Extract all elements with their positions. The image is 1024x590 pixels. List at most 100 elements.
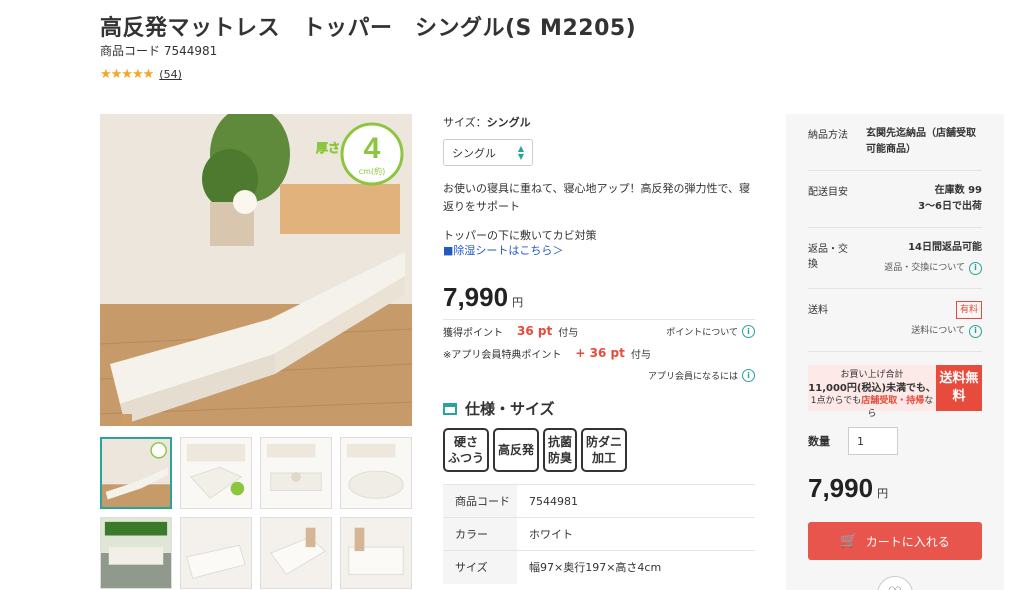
description: お使いの寝具に重ねて、寝心地アップ！高反発の弾力性で、寝返りをサポート xyxy=(443,182,751,213)
shipping-label: 送料 xyxy=(808,305,828,316)
cart-icon: 🛒 xyxy=(840,533,858,549)
badge-high-resilience: 高反発 xyxy=(493,428,540,472)
badge-antibacterial: 抗菌 防臭 xyxy=(543,428,578,472)
app-info-row: アプリ会員になるには i xyxy=(443,364,755,386)
promo-line-2: 11,000円(税込)未満でも、 xyxy=(808,383,936,394)
points-row: 獲得ポイント 36 pt 付与 ポイントについて i xyxy=(443,320,755,342)
info-icon: i xyxy=(969,324,982,338)
description-2: トッパーの下に敷いてカビ対策 ■除湿シートはこちら＞ xyxy=(443,228,755,258)
thumbnail-6[interactable] xyxy=(180,517,252,589)
delivery-method-label: 納品方法 xyxy=(808,130,848,141)
dehumidify-sheet-link[interactable]: ■除湿シートはこちら＞ xyxy=(443,243,755,258)
purchase-panel: 納品方法 玄関先迄納品（店舗受取可能商品） 配送目安 在庫数 99 3〜6日で出荷… xyxy=(786,114,1004,590)
thickness-unit: cm(約) xyxy=(359,166,385,176)
quantity-row: 数量 1 xyxy=(808,427,982,455)
free-shipping-banner[interactable]: お買い上げ合計 11,000円(税込)未満でも、 1点からでも店舗受取・持帰なら… xyxy=(808,365,982,419)
stock: 在庫数 99 xyxy=(934,185,982,196)
spec-value: ホワイト xyxy=(517,517,755,551)
returns-row: 返品・交換 14日間返品可能 返品・交換について i xyxy=(808,228,982,289)
review-count-link[interactable]: (54) xyxy=(159,68,182,81)
price-row: 7,990 円 xyxy=(443,282,755,313)
size-select[interactable]: シングル ▲ ▼ xyxy=(443,139,533,166)
thumbnail-1[interactable] xyxy=(100,437,172,509)
size-label-text: サイズ： xyxy=(443,116,487,129)
price-yen: 円 xyxy=(512,296,524,309)
thumbnail-8[interactable] xyxy=(340,517,412,589)
size-label: サイズ：シングル xyxy=(443,114,755,130)
points-label: 獲得ポイント xyxy=(443,327,503,339)
returns-value: 14日間返品可能 xyxy=(908,242,982,253)
price: 7,990 xyxy=(443,282,509,312)
shipping-info-link[interactable]: 送料について i xyxy=(856,323,982,339)
points-info-text: ポイントについて xyxy=(666,327,738,338)
spec-key: 商品コード xyxy=(443,484,517,518)
info-icon: i xyxy=(742,368,755,382)
product-code: 7544981 xyxy=(163,44,218,58)
table-row: サイズ 幅97×奥行197×高さ4cm xyxy=(443,550,755,584)
panel-price-row: 7,990 円 xyxy=(808,473,982,504)
spec-heading-text: 仕様・サイズ xyxy=(465,400,555,418)
promo-line-3: 1点からでも店舗受取・持帰なら xyxy=(810,396,934,419)
spec-value: 7544981 xyxy=(517,484,755,518)
promo-line-1: お買い上げ合計 xyxy=(840,370,904,380)
shipping-row: 送料 有料 送料について i xyxy=(808,289,982,352)
delivery-method-row: 納品方法 玄関先迄納品（店舗受取可能商品） xyxy=(808,114,982,171)
app-member-info-text: アプリ会員になるには xyxy=(647,371,738,382)
free-shipping-badge: 送料無料 xyxy=(936,365,982,411)
spec-key: サイズ xyxy=(443,550,517,584)
app-points-suffix: 付与 xyxy=(630,349,651,361)
thumbnail-2[interactable] xyxy=(180,437,252,509)
thumbnail-3[interactable] xyxy=(260,437,332,509)
ruler-icon xyxy=(443,402,457,415)
points-value: 36 pt xyxy=(517,324,553,338)
badge-firmness: 硬さ ふつう xyxy=(443,428,490,472)
delivery-eta-label: 配送目安 xyxy=(808,187,848,198)
info-icon: i xyxy=(969,261,982,275)
app-points-value: + 36 pt xyxy=(575,346,625,360)
thumbnail-7[interactable] xyxy=(260,517,332,589)
thumbnail-5[interactable] xyxy=(100,517,172,589)
app-points-row: ※アプリ会員特典ポイント + 36 pt 付与 xyxy=(443,342,755,364)
add-to-cart-button[interactable]: 🛒 カートに入れる xyxy=(808,522,982,560)
table-row: カラー ホワイト xyxy=(443,517,755,551)
points-info-link[interactable]: ポイントについて i xyxy=(666,324,755,338)
bed-mattress-illustration: 4 cm(約) 厚さ xyxy=(100,114,412,426)
favorite-heart-icon[interactable]: ♡ xyxy=(877,576,913,590)
rating: ★★★★★ (54) xyxy=(100,67,182,82)
panel-price: 7,990 xyxy=(808,473,874,503)
delivery-method-value: 玄関先迄納品（店舗受取可能商品） xyxy=(866,128,976,155)
thickness-caption: 厚さ xyxy=(316,141,340,155)
thickness-number: 4 xyxy=(364,132,381,165)
product-info: サイズ：シングル シングル ▲ ▼ お使いの寝具に重ねて、寝心地アップ！高反発の弾… xyxy=(443,114,755,386)
size-select-value: シングル xyxy=(452,146,496,160)
info-icon: i xyxy=(742,324,755,338)
returns-label: 返品・交換 xyxy=(808,244,848,270)
size-value: シングル xyxy=(486,116,531,129)
product-code-line: 商品コード 7544981 xyxy=(100,42,217,59)
thumbnail-4[interactable] xyxy=(340,437,412,509)
description-line2: トッパーの下に敷いてカビ対策 xyxy=(443,229,597,242)
badge-anti-mite: 防ダニ 加工 xyxy=(581,428,628,472)
delivery-eta-row: 配送目安 在庫数 99 3〜6日で出荷 xyxy=(808,171,982,228)
points-suffix: 付与 xyxy=(558,327,579,339)
app-points-label: ※アプリ会員特典ポイント xyxy=(443,349,562,361)
app-member-info-link[interactable]: アプリ会員になるには i xyxy=(647,368,755,382)
table-row: 商品コード 7544981 xyxy=(443,484,755,518)
quantity-input[interactable]: 1 xyxy=(848,427,898,455)
product-code-label: 商品コード xyxy=(100,44,161,58)
thumbnail-gallery xyxy=(100,437,412,589)
main-product-image[interactable]: 4 cm(約) 厚さ xyxy=(100,114,412,426)
panel-price-yen: 円 xyxy=(877,487,889,500)
eta: 3〜6日で出荷 xyxy=(918,201,982,212)
quantity-label: 数量 xyxy=(808,435,830,448)
add-to-cart-label: カートに入れる xyxy=(865,534,950,549)
product-title: 高反発マットレス トッパー シングル(S M2205) xyxy=(100,16,637,41)
shipping-paid-badge: 有料 xyxy=(955,301,982,319)
spec-heading: 仕様・サイズ xyxy=(443,398,555,419)
spec-value: 幅97×奥行197×高さ4cm xyxy=(517,550,755,584)
spec-key: カラー xyxy=(443,517,517,551)
rating-stars: ★★★★★ xyxy=(100,67,154,82)
returns-info-link[interactable]: 返品・交換について i xyxy=(856,260,982,276)
spec-table: 商品コード 7544981 カラー ホワイト サイズ 幅97×奥行197×高さ4cm xyxy=(443,484,755,584)
feature-badges: 硬さ ふつう 高反発 抗菌 防臭 防ダニ 加工 xyxy=(443,428,628,472)
